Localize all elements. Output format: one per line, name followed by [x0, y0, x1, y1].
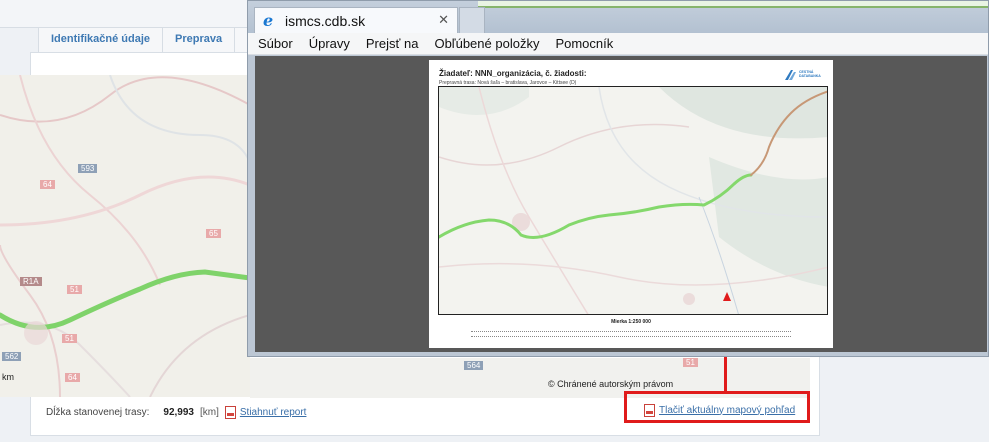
tab-transport[interactable]: Preprava — [163, 28, 236, 52]
route-map[interactable]: 593 64 65 51 R1A 51 562 64 km — [0, 75, 250, 397]
browser-tab[interactable]: e ismcs.cdb.sk ✕ — [254, 7, 458, 33]
tab-identification[interactable]: Identifikačné údaje — [38, 28, 164, 52]
road-label: 593 — [78, 164, 98, 173]
map-copyright: © Chránené autorským právom — [548, 379, 674, 389]
pdf-title: Žiadateľ: NNN_organizácia, č. žiadosti: — [439, 69, 587, 78]
close-tab-icon[interactable]: ✕ — [438, 12, 449, 28]
cdb-logo-icon — [785, 70, 796, 80]
download-report-link[interactable]: Stiahnuť report — [240, 407, 307, 418]
menu-edit[interactable]: Úpravy — [309, 36, 350, 51]
browser-tab-strip: e ismcs.cdb.sk ✕ — [248, 1, 988, 33]
road-label: R1A — [20, 277, 42, 286]
browser-menu-bar: Súbor Úpravy Prejsť na Obľúbené položky … — [248, 33, 988, 55]
pdf-print-page: Žiadateľ: NNN_organizácia, č. žiadosti: … — [429, 60, 833, 348]
address-bar-edge — [478, 1, 988, 8]
pdf-credits — [429, 327, 833, 337]
road-label: 64 — [65, 373, 80, 382]
route-length-value: 92,993 — [163, 406, 194, 418]
new-tab-button[interactable] — [459, 7, 485, 33]
road-label: 564 — [464, 361, 484, 370]
ie-logo-icon: e — [263, 11, 274, 30]
menu-go[interactable]: Prejsť na — [366, 36, 419, 51]
road-label: 65 — [206, 229, 221, 238]
browser-content-area: Žiadateľ: NNN_organizácia, č. žiadosti: … — [255, 56, 987, 352]
road-label: 51 — [67, 285, 82, 294]
pdf-map — [438, 86, 828, 315]
cdb-logo: CESTNÁ DATABANKA — [785, 69, 829, 81]
road-label: 562 — [2, 352, 22, 361]
menu-file[interactable]: Súbor — [258, 36, 293, 51]
road-label: 51 — [683, 358, 698, 367]
browser-tab-title: ismcs.cdb.sk — [285, 12, 366, 29]
road-label: 64 — [40, 180, 55, 189]
pdf-icon — [224, 405, 236, 419]
route-info-row: Dĺžka stanovenej trasy: 92,993 [km] Stia… — [46, 404, 306, 420]
route-length-unit: [km] — [199, 406, 219, 418]
app-tab-bar: Identifikačné údaje Preprava Te — [38, 28, 273, 52]
logo-text-line: DATABANKA — [799, 74, 821, 78]
highlight-box — [624, 391, 810, 423]
map-scale-partial: km — [2, 372, 14, 382]
pdf-map-scale: Mierka 1:250 000 — [611, 319, 651, 325]
browser-window: e ismcs.cdb.sk ✕ Súbor Úpravy Prejsť na … — [247, 0, 989, 357]
route-length-label: Dĺžka stanovenej trasy: — [46, 406, 150, 418]
menu-help[interactable]: Pomocník — [555, 36, 613, 51]
pdf-credits-line-graphic — [471, 332, 791, 337]
menu-favorites[interactable]: Obľúbené položky — [434, 36, 539, 51]
pdf-map-graphic — [439, 87, 827, 314]
road-label: 51 — [62, 334, 77, 343]
